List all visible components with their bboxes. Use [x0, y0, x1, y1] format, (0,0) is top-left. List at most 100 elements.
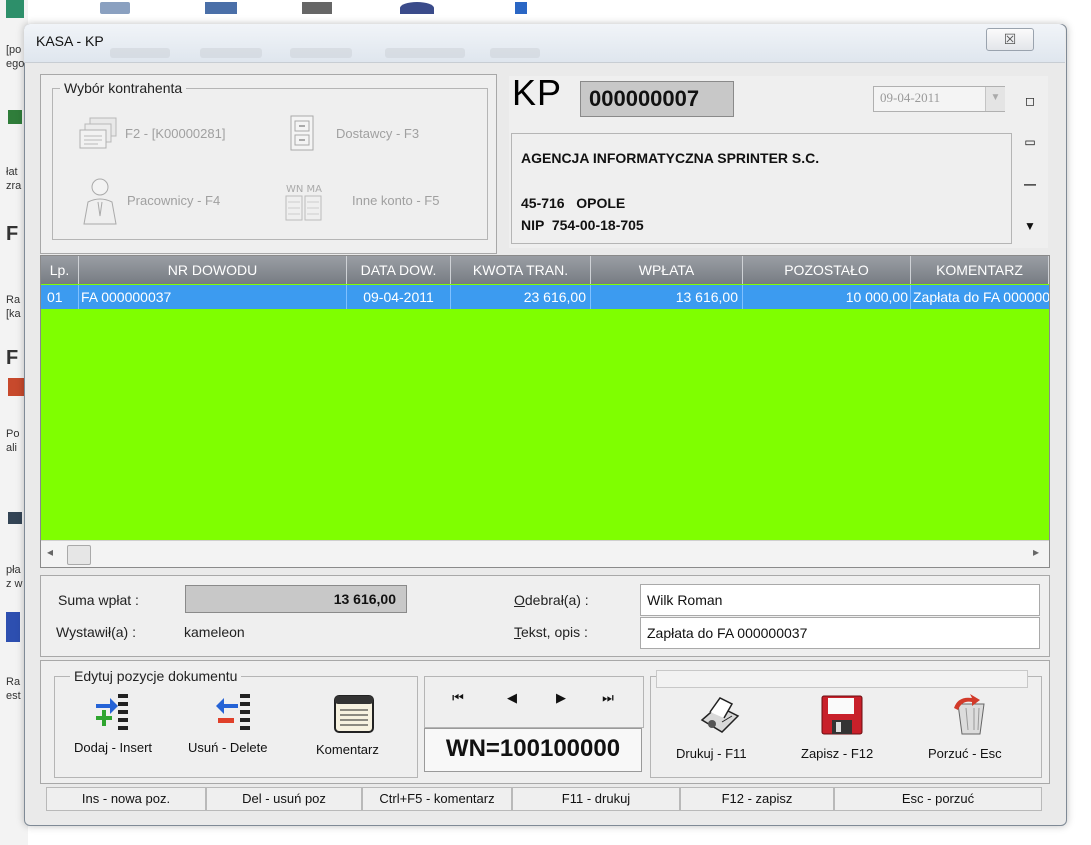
delete-button[interactable]: Usuń - Delete [188, 740, 267, 755]
cell-amount[interactable]: 23 616,00 [451, 285, 591, 309]
ledger-icon[interactable]: WN MA [284, 182, 324, 222]
desktop-label: ego [6, 58, 25, 70]
desktop-label: z w [6, 578, 23, 590]
desktop-label: ali [6, 442, 18, 454]
title-bar[interactable] [24, 24, 1065, 63]
previous-record-icon[interactable]: ◀ [500, 688, 524, 708]
svg-text:WN MA: WN MA [286, 184, 322, 195]
last-record-icon[interactable]: ⏭ [596, 688, 620, 708]
desktop-label: est [6, 690, 21, 702]
f2-contractor-label[interactable]: F2 - [K00000281] [125, 126, 225, 141]
add-row-icon[interactable] [90, 690, 134, 732]
save-button[interactable]: Zapisz - F12 [801, 746, 873, 761]
actions-caption-bar [656, 670, 1028, 688]
other-account-label[interactable]: Inne konto - F5 [352, 193, 439, 208]
status-hint-print: F11 - drukuj [512, 787, 680, 811]
menu-item[interactable] [490, 48, 540, 58]
desktop-icon [8, 512, 22, 524]
first-record-icon[interactable]: ⏮ [446, 688, 470, 708]
column-header-payment[interactable]: WPŁATA [591, 256, 743, 284]
menu-item[interactable] [110, 48, 170, 58]
column-header-remaining[interactable]: POZOSTAŁO [743, 256, 911, 284]
print-button[interactable]: Drukuj - F11 [676, 746, 747, 761]
save-disk-icon[interactable] [820, 694, 864, 736]
menu-item[interactable] [290, 48, 352, 58]
cell-comment[interactable]: Zapłata do FA 000000037 [911, 285, 1049, 309]
next-record-icon[interactable]: ▶ [549, 688, 573, 708]
status-hint-comment: Ctrl+F5 - komentarz [362, 787, 512, 811]
minimize-icon[interactable]: — [1018, 170, 1042, 198]
status-hint-delete: Del - usuń poz [206, 787, 362, 811]
maximize-icon[interactable]: ◻ [1018, 87, 1042, 115]
menu-item[interactable] [385, 48, 465, 58]
desktop-label: Po [6, 428, 20, 440]
scroll-right-icon[interactable]: ▸ [1033, 545, 1039, 559]
restore-icon[interactable]: ▭ [1018, 128, 1042, 156]
close-button[interactable]: ☒ [986, 28, 1034, 51]
column-header-amount[interactable]: KWOTA TRAN. [451, 256, 591, 284]
expand-down-icon[interactable]: ▼ [1018, 212, 1042, 240]
doc-number: 000000007 [580, 81, 734, 117]
date-value: 09-04-2011 [880, 90, 941, 105]
received-label: Odebrał(a) : [514, 592, 589, 608]
contractor-postal: 45-716 OPOLE [521, 195, 626, 211]
abandon-button[interactable]: Porzuć - Esc [928, 746, 1002, 761]
contractor-card-icon[interactable] [76, 114, 120, 154]
suppliers-label[interactable]: Dostawcy - F3 [336, 126, 419, 141]
comment-button[interactable]: Komentarz [316, 742, 379, 757]
cabinet-icon[interactable] [288, 114, 316, 152]
horizontal-scrollbar[interactable]: ◂ ▸ [41, 540, 1049, 567]
desktop-icon [8, 110, 22, 124]
sum-value: 13 616,00 [185, 585, 407, 613]
employees-label[interactable]: Pracownicy - F4 [127, 193, 220, 208]
chevron-down-icon[interactable]: ▼ [985, 87, 1005, 111]
description-field[interactable]: Zapłata do FA 000000037 [640, 617, 1040, 649]
received-field[interactable]: Wilk Roman [640, 584, 1040, 616]
desktop-icon [302, 2, 332, 14]
window-title: KASA - KP [36, 33, 104, 49]
desktop-icon [6, 0, 24, 18]
desktop-icon [100, 2, 130, 14]
desktop-icon [6, 612, 20, 642]
desktop-icon [205, 2, 237, 14]
desktop-label: Ra [6, 676, 21, 688]
contractor-group-label: Wybór kontrahenta [60, 80, 187, 96]
contractor-name: AGENCJA INFORMATYCZNA SPRINTER S.C. [521, 150, 820, 166]
employee-icon[interactable] [80, 176, 120, 226]
wn-account: WN=100100000 [424, 728, 642, 772]
status-hint-abandon: Esc - porzuć [834, 787, 1042, 811]
contractor-nip: NIP 754-00-18-705 [521, 217, 644, 233]
desktop-label: łat [6, 166, 18, 178]
comment-icon[interactable] [332, 694, 376, 734]
menu-item[interactable] [200, 48, 262, 58]
cell-remaining[interactable]: 10 000,00 [743, 285, 911, 309]
trash-icon[interactable] [948, 692, 994, 736]
add-button[interactable]: Dodaj - Insert [74, 740, 152, 755]
desktop-icon [400, 2, 434, 14]
issued-label: Wystawił(a) : [56, 624, 136, 640]
column-header-comment[interactable]: KOMENTARZ [911, 256, 1049, 284]
cell-nr[interactable]: FA 000000037 [79, 285, 347, 309]
status-hint-save: F12 - zapisz [680, 787, 834, 811]
delete-row-icon[interactable] [210, 690, 254, 732]
desktop-top [0, 0, 1091, 24]
payments-grid[interactable]: Lp. NR DOWODU DATA DOW. KWOTA TRAN. WPŁA… [40, 255, 1050, 568]
edit-group-label: Edytuj pozycje dokumentu [70, 668, 242, 684]
scroll-thumb[interactable] [67, 545, 91, 565]
desktop-label: F [6, 223, 19, 245]
column-header-lp[interactable]: Lp. [41, 256, 79, 284]
desktop-label: Ra [6, 294, 21, 306]
desktop-label: zra [6, 180, 22, 192]
column-header-date[interactable]: DATA DOW. [347, 256, 451, 284]
cell-date[interactable]: 09-04-2011 [347, 285, 451, 309]
text-label: Tekst, opis : [514, 624, 588, 640]
scroll-left-icon[interactable]: ◂ [47, 545, 53, 559]
printer-icon[interactable] [696, 692, 744, 736]
status-hint-insert: Ins - nowa poz. [46, 787, 206, 811]
doc-type: KP [512, 72, 563, 113]
cell-payment[interactable]: 13 616,00 [591, 285, 743, 309]
column-header-nr[interactable]: NR DOWODU [79, 256, 347, 284]
cell-lp[interactable]: 01 [41, 285, 79, 309]
issued-value: kameleon [184, 624, 245, 640]
desktop-label: [ka [6, 308, 21, 320]
